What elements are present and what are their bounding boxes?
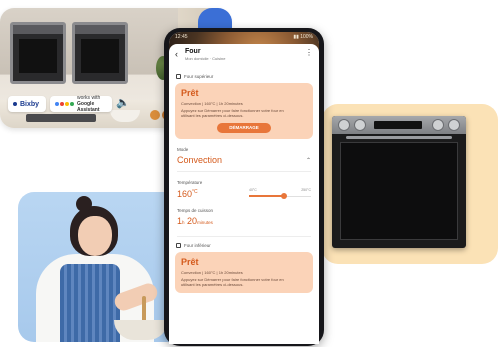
temperature-label: Température: [177, 180, 203, 185]
slider-thumb[interactable]: [281, 193, 288, 199]
top-oven-label: Four supérieur: [184, 74, 214, 79]
oven-knob: [354, 119, 366, 131]
status-bar: 12:45 ▮▮ 100%: [169, 32, 319, 42]
speaker-icon: 🔈: [116, 97, 130, 109]
top-oven-state: Prêt: [181, 88, 199, 98]
slider-min-label: 40°C: [249, 188, 257, 192]
oven-control-panel: [332, 116, 466, 134]
divider: [177, 171, 311, 172]
top-oven-description: Appuyez sur Démarrer pour faire fonction…: [181, 108, 284, 118]
bottom-oven-state: Prêt: [181, 257, 199, 267]
bixby-icon: [13, 102, 17, 106]
device-location: Mon domicile · Cuisine: [185, 56, 226, 61]
oven-icon: [176, 74, 181, 79]
top-oven-summary: Convection | 160°C | 1h 20minutes: [181, 101, 243, 106]
bottom-oven-description: Appuyez sur Démarrer pour faire fonction…: [181, 277, 284, 287]
bottom-oven-label: Four inférieur: [184, 243, 211, 248]
bixby-label: Bixby: [20, 100, 40, 108]
oven-icon: [176, 243, 181, 248]
mode-selector[interactable]: Convection ⌃: [177, 155, 311, 165]
bottom-oven-status-card: Prêt Convection | 160°C | 1h 20minutes A…: [175, 252, 313, 293]
google-assistant-label: Google Assistant: [77, 101, 100, 113]
tablet-on-counter: [26, 114, 96, 122]
more-vert-icon[interactable]: ⋮: [305, 48, 313, 57]
bottom-oven-summary: Convection | 160°C | 1h 20minutes: [181, 270, 243, 275]
cook-time-value[interactable]: 1h 20minutes: [177, 216, 311, 226]
cook-time-label: Temps de cuisson: [177, 208, 214, 213]
status-time: 12:45: [175, 34, 188, 40]
marketing-collage: Bixby works with Google Assistant 🔈 12:4…: [0, 0, 500, 347]
temperature-slider[interactable]: [249, 193, 311, 199]
bixby-badge: Bixby: [8, 96, 46, 112]
status-indicators: ▮▮ 100%: [293, 34, 313, 40]
google-assistant-icon: [55, 102, 74, 106]
built-in-oven-right: [72, 22, 128, 84]
temperature-value: 160°C: [177, 189, 198, 199]
bottom-oven-section-header: Four inférieur: [169, 241, 319, 250]
slider-max-label: 250°C: [301, 188, 311, 192]
oven-product-image: [332, 116, 466, 248]
top-oven-section-header: Four supérieur: [169, 72, 319, 81]
back-arrow-icon[interactable]: ‹: [175, 49, 185, 59]
google-assistant-badge: works with Google Assistant: [50, 95, 112, 113]
oven-knob: [432, 119, 444, 131]
phone-screen: 12:45 ▮▮ 100% ‹ Four Mon domicile · Cuis…: [169, 32, 319, 344]
oven-knob: [338, 119, 350, 131]
fruit: [150, 110, 160, 120]
built-in-oven-left: [10, 22, 66, 84]
oven-knob: [448, 119, 460, 131]
device-title: Four: [185, 48, 201, 55]
oven-door: [340, 142, 458, 240]
mode-value: Convection: [177, 155, 223, 165]
oven-display: [374, 121, 422, 129]
top-oven-status-card: Prêt Convection | 160°C | 1h 20minutes A…: [175, 83, 313, 139]
divider: [177, 236, 311, 237]
oven-settings: Mode Convection ⌃ Température 160°C 40°C…: [169, 139, 319, 237]
mode-label: Mode: [177, 147, 189, 152]
app-bar: ‹ Four Mon domicile · Cuisine ⋮: [169, 44, 319, 72]
smartphone: 12:45 ▮▮ 100% ‹ Four Mon domicile · Cuis…: [164, 28, 324, 346]
oven-handle: [346, 136, 452, 139]
chevron-up-icon[interactable]: ⌃: [306, 157, 311, 164]
start-button[interactable]: DÉMARRAGE: [217, 123, 271, 133]
